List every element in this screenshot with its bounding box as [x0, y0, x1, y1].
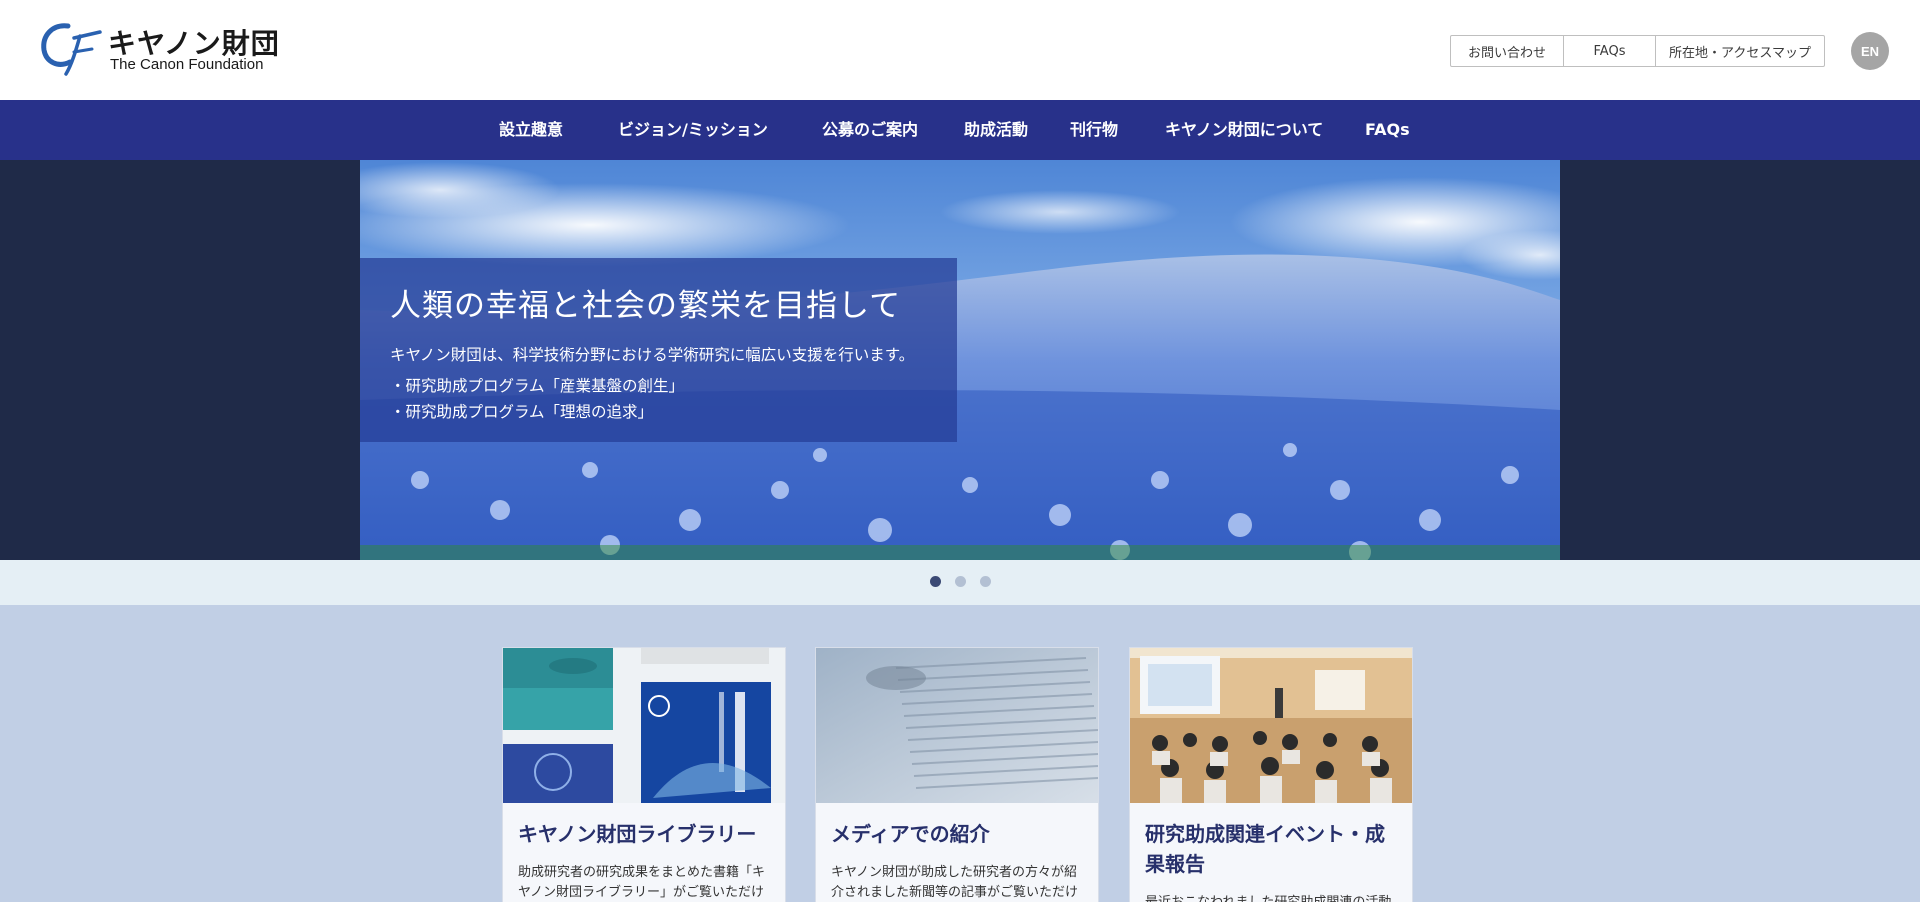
- slide-dot-3[interactable]: [980, 576, 991, 587]
- card-text: キヤノン財団が助成した研究者の方々が紹介されました新聞等の記事がご覧いただけ: [831, 865, 1079, 900]
- slide-dot-1[interactable]: [930, 576, 941, 587]
- site-logo[interactable]: キヤノン財団 The Canon Foundation: [38, 18, 279, 76]
- hero-title: 人類の幸福と社会の繁栄を目指して: [390, 288, 902, 324]
- card-title: 研究助成関連イベント・成果報告: [1145, 822, 1385, 876]
- access-map-link[interactable]: 所在地・アクセスマップ: [1656, 36, 1824, 66]
- card-body: メディアでの紹介 キヤノン財団が助成した研究者の方々が紹介されました新聞等の記事…: [816, 803, 1098, 902]
- hero-program-item: ・研究助成プログラム「理想の追求」: [390, 403, 654, 421]
- card-title: キヤノン財団ライブラリー: [518, 822, 757, 846]
- card-title: メディアでの紹介: [831, 822, 990, 846]
- nav-item-publications[interactable]: 刊行物: [1070, 100, 1118, 160]
- card-text: 助成研究者の研究成果をまとめた書籍「キヤノン財団ライブラリー」がご覧いただけ: [518, 865, 766, 900]
- site-header: キヤノン財団 The Canon Foundation お問い合わせ FAQs …: [0, 0, 1920, 100]
- hero-caption-box: 人類の幸福と社会の繁栄を目指して キヤノン財団は、科学技術分野における学術研究に…: [360, 258, 957, 442]
- slide-dot-2[interactable]: [955, 576, 966, 587]
- nav-item-grant-activities[interactable]: 助成活動: [964, 100, 1028, 160]
- card-body: 研究助成関連イベント・成果報告 最近おこなわれました研究助成関連の活動: [1130, 803, 1412, 902]
- faq-link[interactable]: FAQs: [1564, 36, 1656, 66]
- card-text: 最近おこなわれました研究助成関連の活動: [1145, 893, 1397, 902]
- nav-item-about[interactable]: キヤノン財団について: [1165, 100, 1323, 160]
- hero-program-item: ・研究助成プログラム「産業基盤の創生」: [390, 377, 685, 395]
- nav-item-founding-purpose[interactable]: 設立趣意: [499, 100, 563, 160]
- library-books-image: [503, 648, 785, 803]
- newspaper-image: [816, 648, 1098, 803]
- hero-slider: 人類の幸福と社会の繁栄を目指して キヤノン財団は、科学技術分野における学術研究に…: [0, 160, 1920, 560]
- language-switch-button[interactable]: EN: [1851, 32, 1889, 70]
- card-media[interactable]: メディアでの紹介 キヤノン財団が助成した研究者の方々が紹介されました新聞等の記事…: [815, 647, 1099, 902]
- card-events[interactable]: 研究助成関連イベント・成果報告 最近おこなわれました研究助成関連の活動: [1129, 647, 1413, 902]
- card-library[interactable]: キヤノン財団ライブラリー 助成研究者の研究成果をまとめた書籍「キヤノン財団ライブ…: [502, 647, 786, 902]
- global-nav: 設立趣意 ビジョン/ミッション 公募のご案内 助成活動 刊行物 キヤノン財団につ…: [0, 100, 1920, 160]
- slider-pagination: [0, 560, 1920, 605]
- seminar-photo: [1130, 648, 1412, 803]
- nav-item-faqs[interactable]: FAQs: [1365, 100, 1410, 160]
- contact-link[interactable]: お問い合わせ: [1451, 36, 1564, 66]
- nav-item-applications[interactable]: 公募のご案内: [822, 100, 918, 160]
- logo-english-text: The Canon Foundation: [110, 56, 264, 73]
- hero-image: 人類の幸福と社会の繁栄を目指して キヤノン財団は、科学技術分野における学術研究に…: [360, 160, 1560, 560]
- hero-lead-text: キヤノン財団は、科学技術分野における学術研究に幅広い支援を行います。: [390, 346, 915, 364]
- utility-nav: お問い合わせ FAQs 所在地・アクセスマップ: [1450, 35, 1825, 67]
- nav-item-vision-mission[interactable]: ビジョン/ミッション: [618, 100, 768, 160]
- cf-logo-icon: [41, 23, 102, 76]
- card-body: キヤノン財団ライブラリー 助成研究者の研究成果をまとめた書籍「キヤノン財団ライブ…: [503, 803, 785, 902]
